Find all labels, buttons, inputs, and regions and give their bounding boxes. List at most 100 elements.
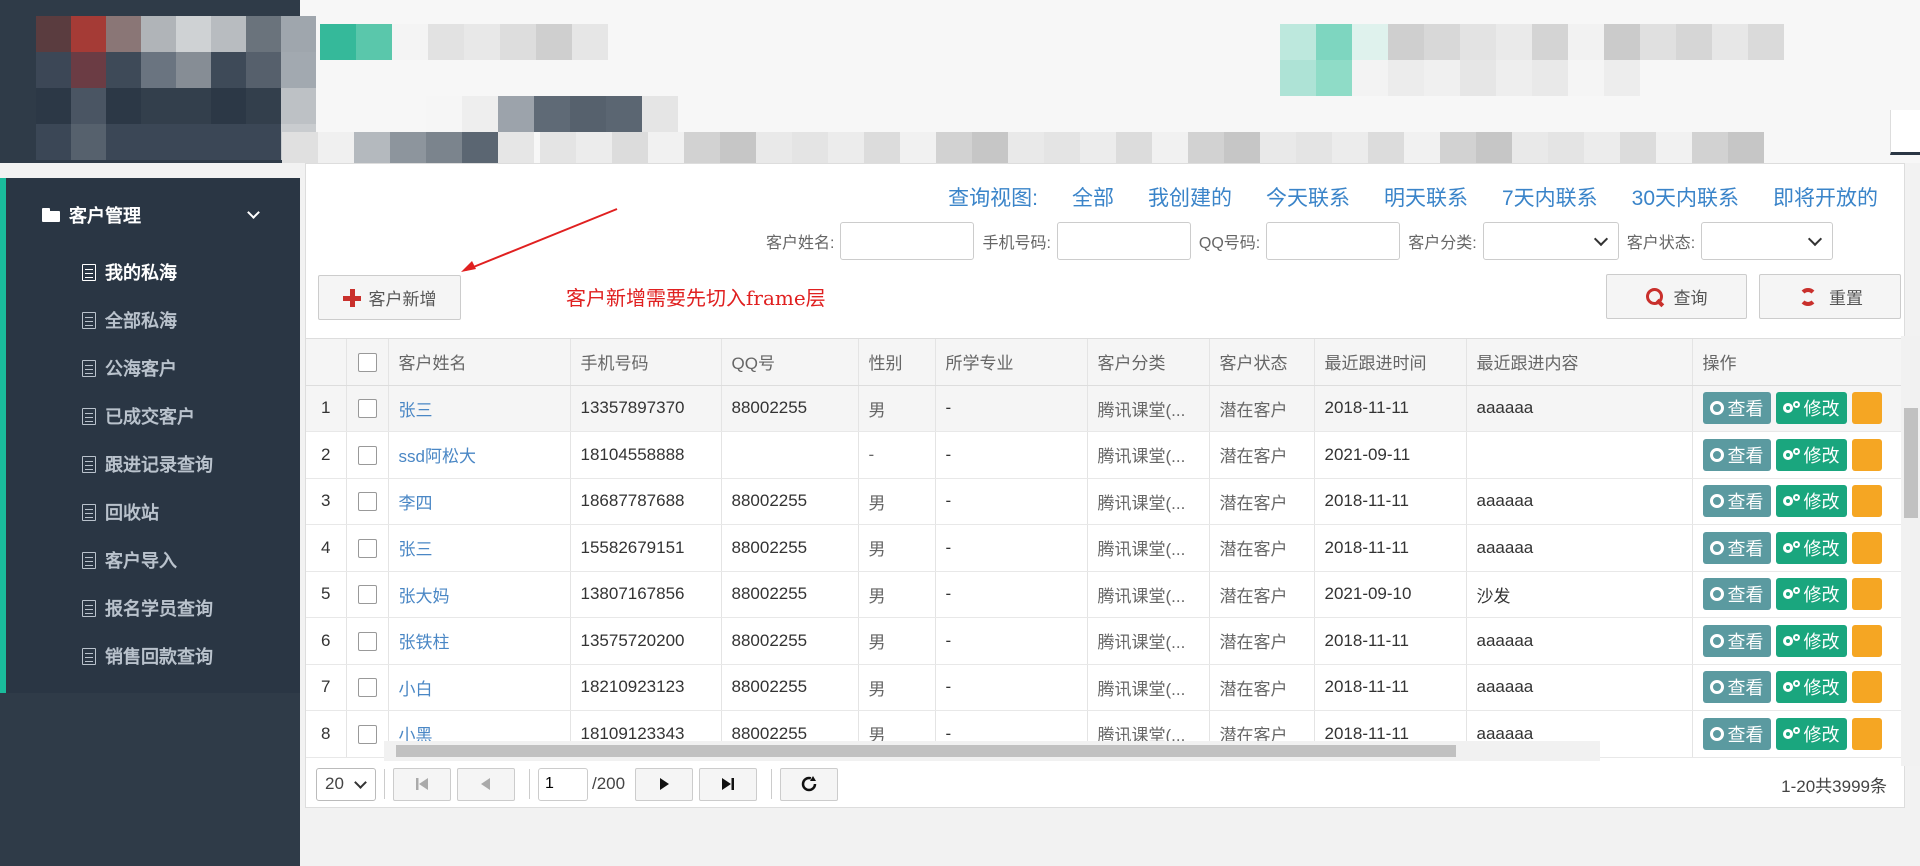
sidebar-item-9[interactable]: 销售回款查询: [82, 641, 282, 671]
table-row[interactable]: 3 李四 18687787688 88002255 男 - 腾讯课堂(... 潜在客户 2018…: [306, 478, 1904, 525]
row-checkbox[interactable]: [357, 492, 377, 512]
table-row[interactable]: 2 ssd阿松大 18104558888- - 腾讯课堂(... 潜在客户 2021-09-…: [306, 431, 1904, 479]
more-action-button[interactable]: [1851, 578, 1882, 611]
view-opening-soon[interactable]: 即将开放的: [1773, 182, 1878, 212]
more-action-button[interactable]: [1851, 671, 1882, 704]
last-page-button[interactable]: [699, 767, 758, 801]
search-button[interactable]: 查询: [1606, 274, 1747, 319]
view-button[interactable]: 查看: [1702, 624, 1771, 657]
current-page-input[interactable]: [538, 767, 588, 801]
menu-group-customer-management[interactable]: 客户管理: [42, 200, 282, 230]
reset-button[interactable]: 重置: [1759, 274, 1901, 319]
reload-button[interactable]: [780, 767, 839, 801]
last-follow-content-cell: [1466, 431, 1693, 479]
sidebar-item-4[interactable]: 已成交客户: [82, 401, 282, 431]
table-row[interactable]: 5 张大妈 13807167856 88002255 男 - 腾讯课堂(... 潜在客户 202…: [306, 571, 1904, 618]
more-action-button[interactable]: [1851, 392, 1882, 425]
view-contact-tomorrow[interactable]: 明天联系: [1384, 182, 1468, 212]
view-all[interactable]: 全部: [1072, 182, 1114, 212]
document-icon: [82, 263, 96, 281]
col-header-gender[interactable]: 性别: [858, 339, 936, 386]
edit-button[interactable]: 修改: [1775, 438, 1847, 471]
customer-name-link[interactable]: 张三: [388, 524, 571, 572]
status-select[interactable]: [1701, 222, 1834, 260]
first-page-button[interactable]: [393, 767, 451, 801]
edit-button[interactable]: 修改: [1775, 671, 1847, 704]
customer-name-link[interactable]: 张铁柱: [388, 617, 571, 665]
next-page-button[interactable]: [635, 767, 694, 801]
col-header-qq[interactable]: QQ号: [721, 339, 859, 386]
category-select[interactable]: [1482, 222, 1619, 260]
customer-name-link[interactable]: ssd阿松大: [388, 431, 571, 479]
edit-button[interactable]: 修改: [1775, 717, 1847, 750]
vertical-scroll-thumb[interactable]: [1904, 408, 1918, 518]
sidebar-item-7[interactable]: 客户导入: [82, 545, 282, 575]
view-button[interactable]: 查看: [1702, 485, 1771, 518]
page-size-select[interactable]: 20: [316, 767, 376, 801]
customer-name-link[interactable]: 小白: [388, 664, 571, 711]
col-header-status[interactable]: 客户状态: [1209, 339, 1315, 386]
edit-button[interactable]: 修改: [1775, 485, 1847, 518]
select-all-checkbox[interactable]: [357, 352, 377, 372]
view-contact-30-days[interactable]: 30天内联系: [1632, 182, 1739, 212]
major-cell: -: [935, 385, 1088, 432]
row-checkbox[interactable]: [357, 678, 377, 698]
row-checkbox[interactable]: [357, 445, 377, 465]
search-icon: [1709, 587, 1724, 602]
col-header-last-follow-time[interactable]: 最近跟进时间: [1314, 339, 1467, 386]
view-button[interactable]: 查看: [1702, 578, 1771, 611]
view-contact-today[interactable]: 今天联系: [1266, 182, 1350, 212]
prev-page-button[interactable]: [457, 767, 515, 801]
qq-input[interactable]: [1266, 222, 1401, 260]
table-horizontal-scrollbar[interactable]: [384, 741, 1600, 761]
table-vertical-scrollbar[interactable]: [1901, 336, 1920, 766]
view-contact-7-days[interactable]: 7天内联系: [1502, 182, 1598, 212]
sidebar-item-8[interactable]: 报名学员查询: [82, 593, 282, 623]
sidebar-item-1[interactable]: 我的私海: [82, 257, 282, 287]
more-action-button[interactable]: [1851, 438, 1882, 471]
col-header-category[interactable]: 客户分类: [1087, 339, 1210, 386]
horizontal-scroll-thumb[interactable]: [396, 745, 1456, 757]
sidebar-item-3[interactable]: 公海客户: [82, 353, 282, 383]
edit-button[interactable]: 修改: [1775, 624, 1847, 657]
row-checkbox[interactable]: [357, 585, 377, 605]
more-action-button[interactable]: [1851, 624, 1882, 657]
more-action-button[interactable]: [1851, 485, 1882, 518]
row-checkbox[interactable]: [357, 631, 377, 651]
add-customer-button[interactable]: 客户新增: [318, 275, 461, 320]
view-created-by-me[interactable]: 我创建的: [1148, 182, 1232, 212]
edit-button[interactable]: 修改: [1775, 578, 1847, 611]
table-row[interactable]: 7 小白 18210923123 88002255 男 - 腾讯课堂(... 潜在客户 2018…: [306, 664, 1904, 711]
row-checkbox[interactable]: [357, 538, 377, 558]
view-button[interactable]: 查看: [1702, 392, 1771, 425]
table-row[interactable]: 6 张铁柱 13575720200 88002255 男 - 腾讯课堂(... 潜在客户 201…: [306, 617, 1904, 665]
search-icon: [1709, 401, 1724, 416]
search-icon: [1709, 494, 1724, 509]
view-button[interactable]: 查看: [1702, 717, 1771, 750]
col-header-last-follow-content[interactable]: 最近跟进内容: [1466, 339, 1693, 386]
more-action-button[interactable]: [1851, 717, 1882, 750]
col-header-major[interactable]: 所学专业: [935, 339, 1088, 386]
sidebar-item-2[interactable]: 全部私海: [82, 305, 282, 335]
table-row[interactable]: 4 张三 15582679151 88002255 男 - 腾讯课堂(... 潜在客户 2018…: [306, 524, 1904, 572]
edit-button[interactable]: 修改: [1775, 531, 1847, 564]
sidebar-item-5[interactable]: 跟进记录查询: [82, 449, 282, 479]
sidebar-item-6[interactable]: 回收站: [82, 497, 282, 527]
view-button[interactable]: 查看: [1702, 531, 1771, 564]
phone-input[interactable]: [1056, 222, 1191, 260]
row-checkbox[interactable]: [357, 399, 377, 419]
edit-button[interactable]: 修改: [1775, 392, 1847, 425]
row-checkbox[interactable]: [357, 724, 377, 744]
col-header-name[interactable]: 客户姓名: [388, 339, 571, 386]
customer-name-input[interactable]: [840, 222, 975, 260]
customer-name-link[interactable]: 张大妈: [388, 571, 571, 618]
more-action-button[interactable]: [1851, 531, 1882, 564]
table-row[interactable]: 1 张三 13357897370 88002255 男 - 腾讯课堂(... 潜在客户 2018…: [306, 385, 1904, 432]
document-icon: [82, 311, 96, 329]
col-header-phone[interactable]: 手机号码: [570, 339, 722, 386]
customer-name-link[interactable]: 李四: [388, 478, 571, 525]
view-button[interactable]: 查看: [1702, 671, 1771, 704]
customer-name-link[interactable]: 张三: [388, 385, 571, 432]
view-button[interactable]: 查看: [1702, 438, 1771, 471]
header-dropdown-icon[interactable]: [1890, 110, 1920, 155]
